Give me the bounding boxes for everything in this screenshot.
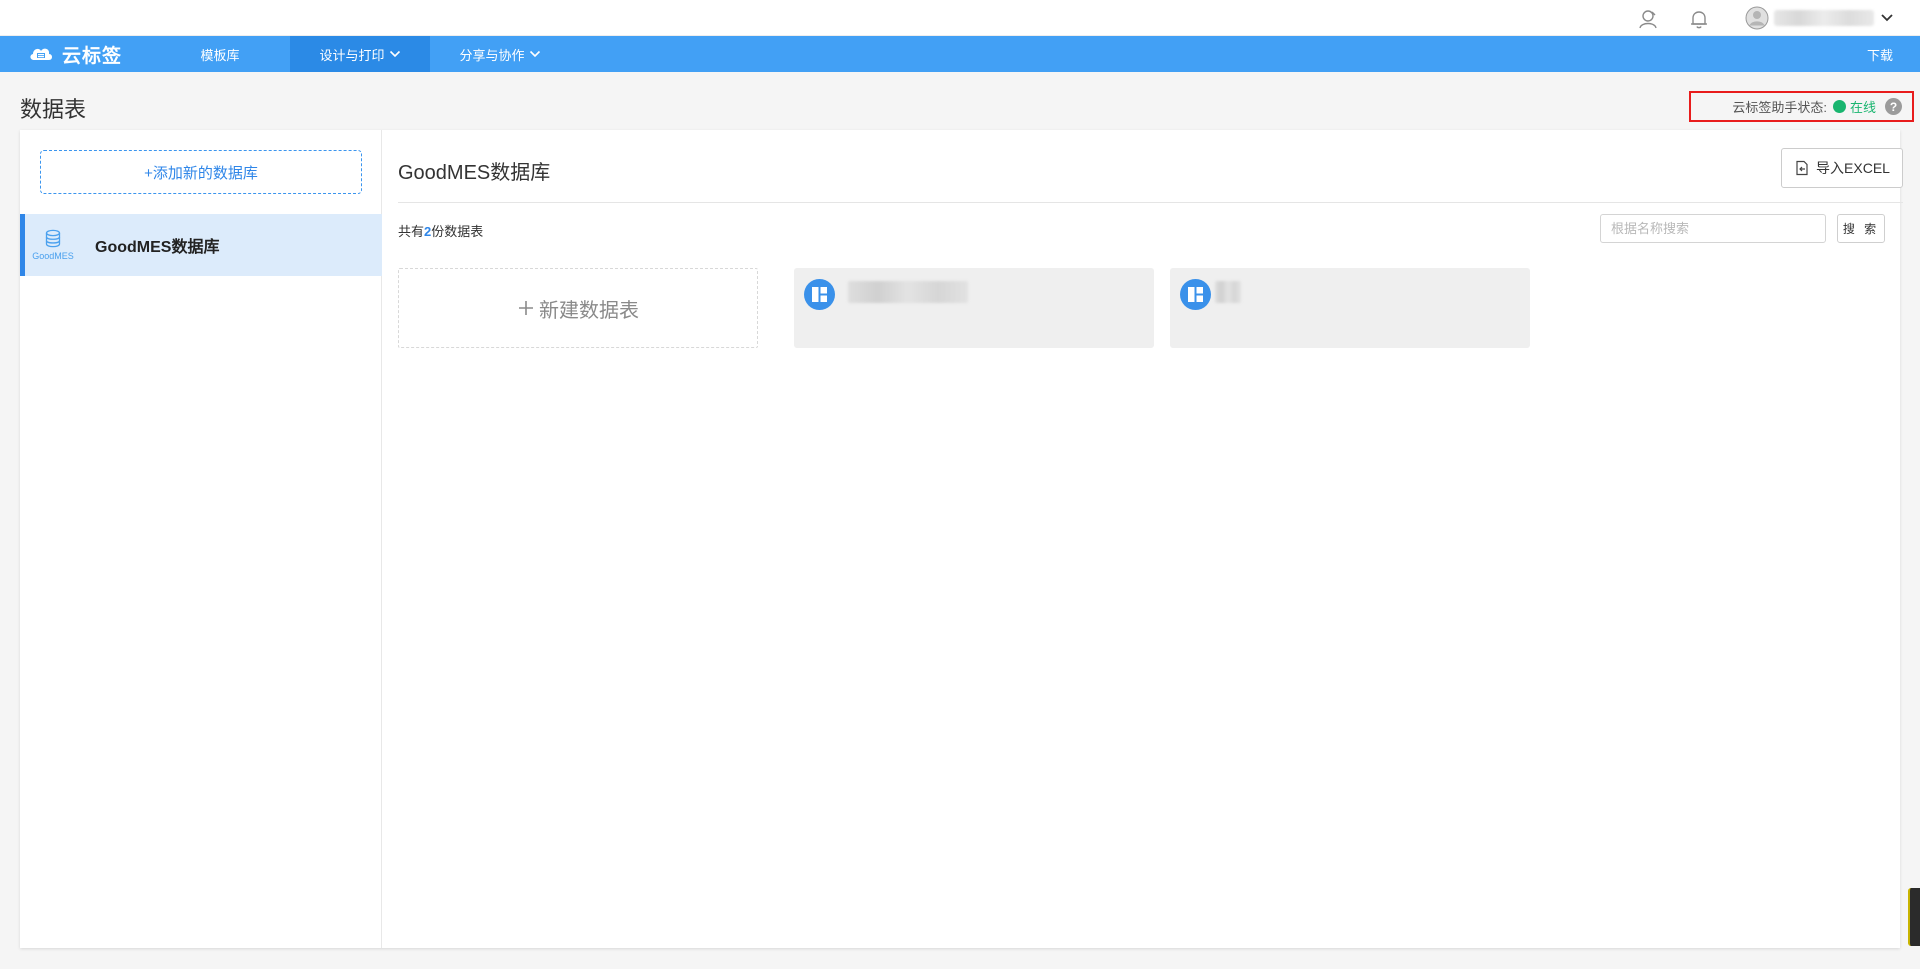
side-floating-widget[interactable] <box>1908 888 1920 946</box>
chevron-down-icon <box>529 50 540 58</box>
new-table-label: 新建数据表 <box>539 299 639 322</box>
chevron-down-icon[interactable] <box>1879 10 1895 26</box>
nav-item-label: 设计与打印 <box>319 47 385 63</box>
top-utility-bar <box>0 0 1920 36</box>
help-icon[interactable]: ? <box>1885 98 1902 115</box>
import-excel-button[interactable]: 导入EXCEL <box>1781 148 1903 188</box>
database-content: GoodMES数据库 导入EXCEL 共有2份数据表 搜 索 新建数据表 <box>398 130 1903 948</box>
table-name <box>1215 281 1241 303</box>
database-title: GoodMES数据库 <box>398 162 551 184</box>
count-suffix: 份数据表 <box>431 224 484 239</box>
count-prefix: 共有 <box>398 224 425 239</box>
main-nav-bar: 云标签 模板库 设计与打印 分享与协作 下载 <box>0 36 1920 72</box>
page-title: 数据表 <box>20 97 87 122</box>
database-name: GoodMES数据库 <box>95 239 220 256</box>
nav-item-design-print[interactable]: 设计与打印 <box>290 36 430 72</box>
plus-icon <box>519 301 533 315</box>
table-layout-icon <box>1180 279 1211 310</box>
table-card[interactable] <box>1170 268 1530 348</box>
title-divider <box>398 202 1903 203</box>
database-item-goodmes[interactable]: GoodMES GoodMES数据库 <box>20 214 382 276</box>
helper-status-label: 云标签助手状态: <box>1732 100 1827 115</box>
database-icon <box>45 229 61 248</box>
database-logo-text: GoodMES <box>32 251 74 261</box>
download-label: 下载 <box>1866 47 1893 63</box>
helper-status-panel: 云标签助手状态: 在线 ? <box>1689 91 1914 122</box>
new-table-card[interactable]: 新建数据表 <box>398 268 758 348</box>
helper-status-value: 在线 <box>1849 100 1876 115</box>
brand-name: 云标签 <box>62 45 123 67</box>
user-name[interactable] <box>1774 10 1874 26</box>
brand-logo[interactable]: 云标签 <box>28 36 122 72</box>
nav-item-share-collab[interactable]: 分享与协作 <box>440 36 560 72</box>
online-status-dot-icon <box>1832 100 1846 113</box>
nav-item-label: 模板库 <box>200 47 240 63</box>
import-excel-label: 导入EXCEL <box>1816 160 1890 176</box>
table-layout-icon <box>804 279 835 310</box>
avatar[interactable] <box>1745 6 1769 30</box>
download-link[interactable]: 下载 <box>1850 36 1910 72</box>
table-card[interactable] <box>794 268 1154 348</box>
table-count-text: 共有2份数据表 <box>398 221 483 240</box>
search-input[interactable] <box>1600 214 1826 243</box>
user-manage-icon[interactable] <box>1637 8 1659 30</box>
search-button[interactable]: 搜 索 <box>1837 214 1885 243</box>
table-name <box>848 281 968 303</box>
nav-item-template-library[interactable]: 模板库 <box>180 36 260 72</box>
main-card: +添加新的数据库 GoodMES GoodMES数据库 GoodMES数据库 导… <box>20 130 1903 948</box>
cloud-logo-icon <box>30 48 52 60</box>
bell-icon[interactable] <box>1688 8 1710 30</box>
nav-item-label: 分享与协作 <box>459 47 525 63</box>
chevron-down-icon <box>389 50 400 58</box>
add-database-button[interactable]: +添加新的数据库 <box>40 150 362 194</box>
import-file-icon <box>1796 160 1808 176</box>
database-logo: GoodMES <box>25 214 81 276</box>
database-sidebar: +添加新的数据库 GoodMES GoodMES数据库 <box>20 130 382 948</box>
